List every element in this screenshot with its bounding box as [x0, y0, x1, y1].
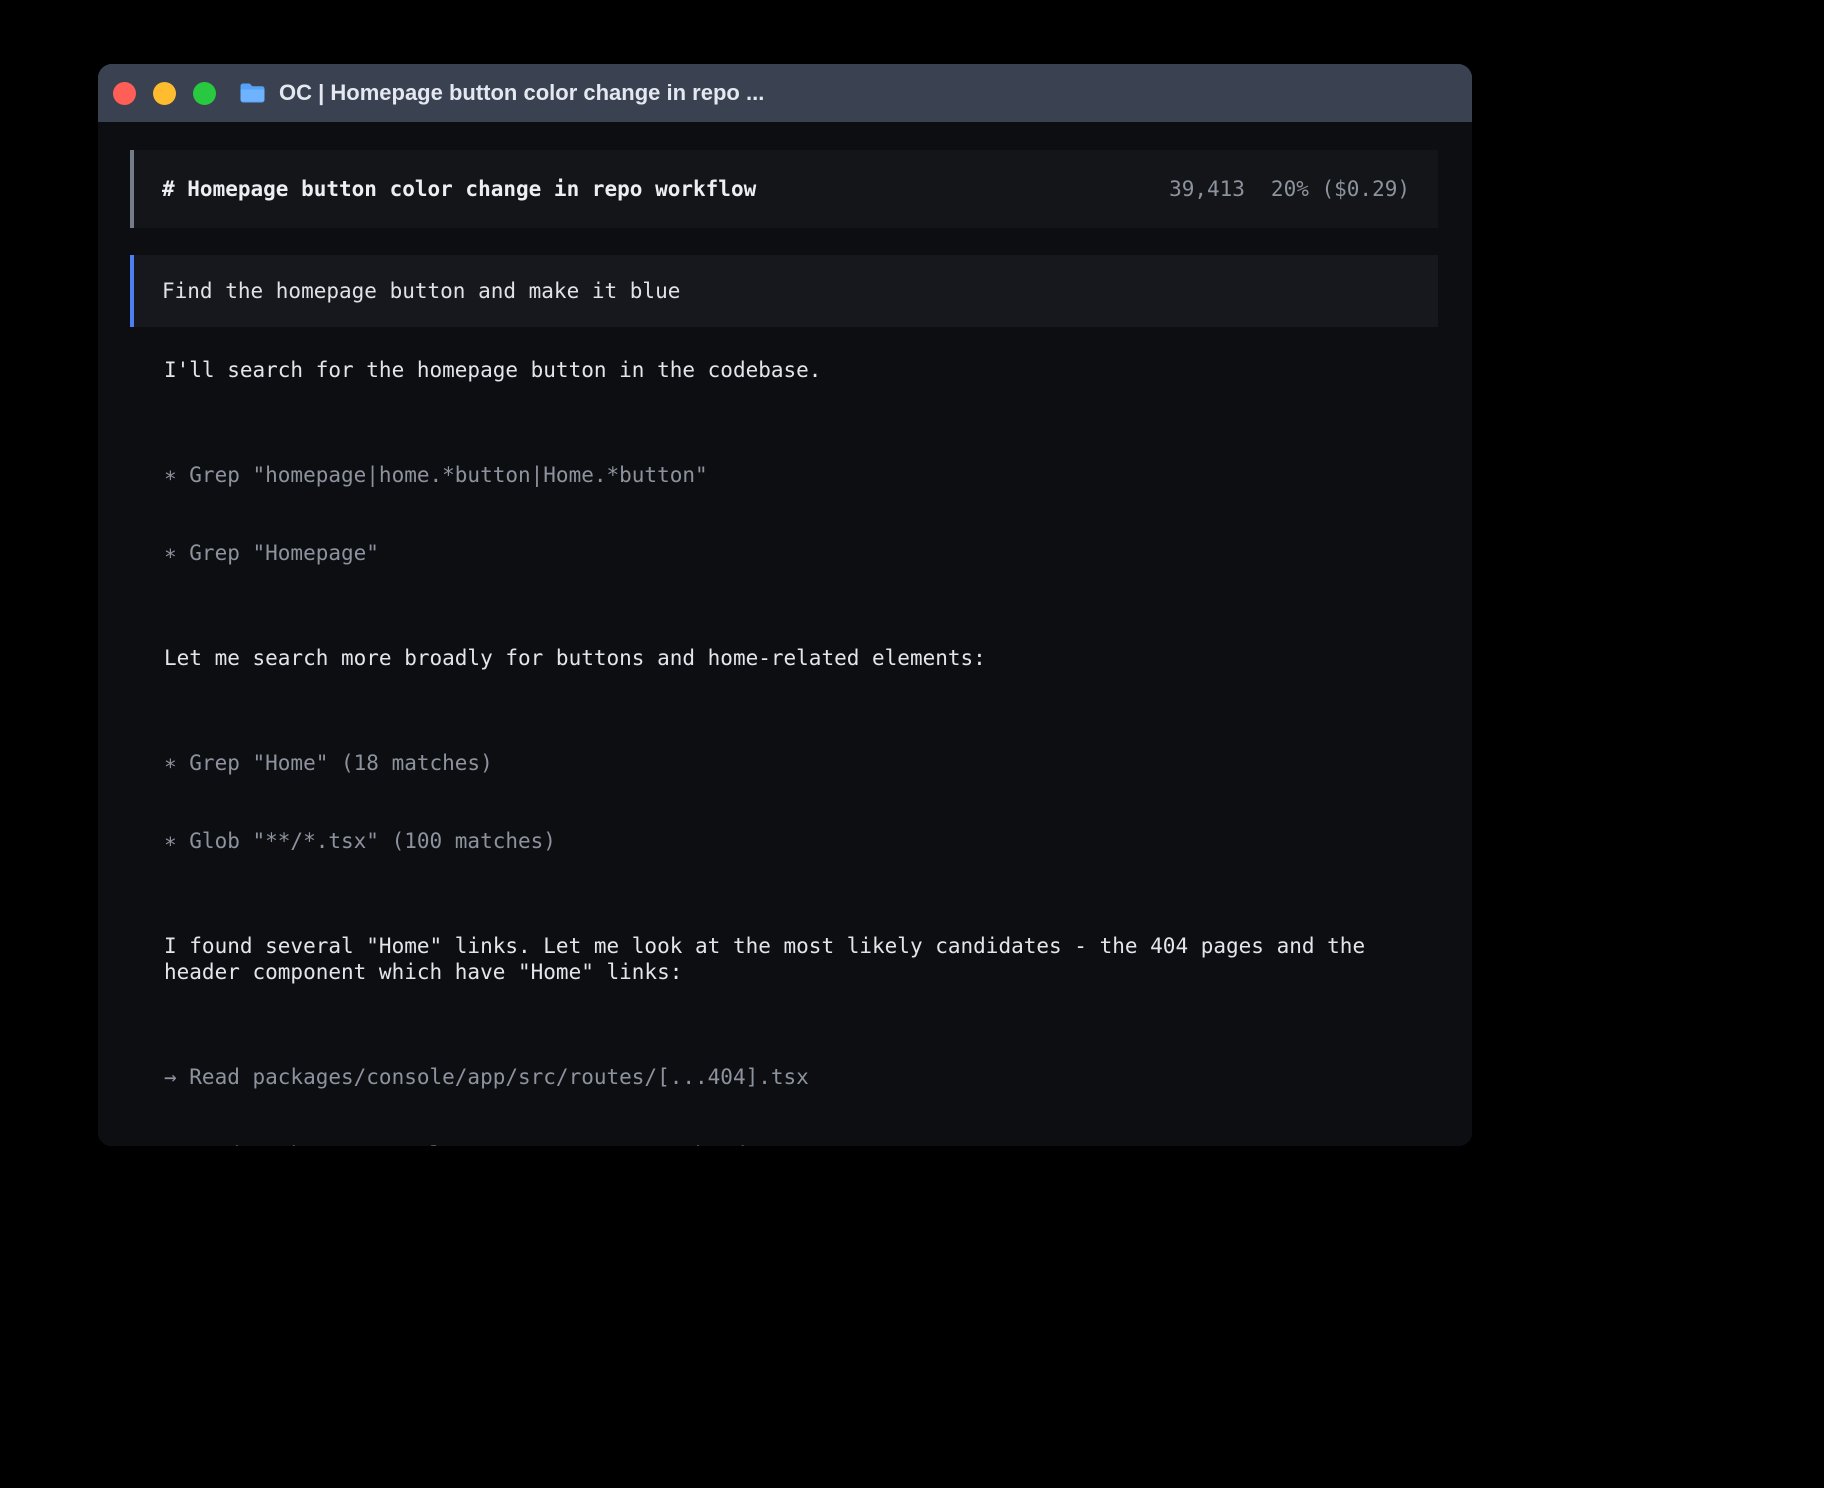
- tool-call-grep[interactable]: ∗ Grep "homepage|home.*button|Home.*butt…: [164, 462, 1438, 488]
- window-title: OC | Homepage button color change in rep…: [279, 80, 764, 106]
- assistant-text: I found several "Home" links. Let me loo…: [164, 933, 1438, 985]
- session-header: # Homepage button color change in repo w…: [130, 150, 1438, 228]
- tool-call-grep[interactable]: ∗ Grep "Homepage": [164, 540, 1438, 566]
- context-cost: 20% ($0.29): [1271, 176, 1410, 202]
- tool-call-glob[interactable]: ∗ Glob "**/*.tsx" (100 matches): [164, 828, 1438, 854]
- user-message: Find the homepage button and make it blu…: [130, 255, 1438, 327]
- zoom-button[interactable]: [193, 82, 216, 105]
- terminal-window: OC | Homepage button color change in rep…: [98, 64, 1472, 1146]
- tool-call-read[interactable]: → Read packages/console/app/src/routes/[…: [164, 1064, 1438, 1090]
- tool-call-group: → Read packages/console/app/src/routes/[…: [164, 1012, 1438, 1146]
- traffic-lights: [113, 82, 216, 105]
- close-button[interactable]: [113, 82, 136, 105]
- terminal-content: # Homepage button color change in repo w…: [98, 122, 1472, 1146]
- session-stats: 39,413 20% ($0.29): [1169, 176, 1410, 202]
- tool-call-group: ∗ Grep "homepage|home.*button|Home.*butt…: [164, 410, 1438, 618]
- assistant-text: Let me search more broadly for buttons a…: [164, 645, 1438, 671]
- window-titlebar[interactable]: OC | Homepage button color change in rep…: [98, 64, 1472, 122]
- assistant-response: I'll search for the homepage button in t…: [164, 357, 1438, 1146]
- minimize-button[interactable]: [153, 82, 176, 105]
- tool-call-group: ∗ Grep "Home" (18 matches) ∗ Glob "**/*.…: [164, 698, 1438, 906]
- tool-call-grep[interactable]: ∗ Grep "Home" (18 matches): [164, 750, 1438, 776]
- window-title-group: OC | Homepage button color change in rep…: [239, 80, 764, 106]
- folder-icon: [239, 82, 266, 104]
- tool-call-read[interactable]: → Read packages/console/app/src/componen…: [164, 1142, 1438, 1146]
- token-count: 39,413: [1169, 176, 1245, 202]
- user-message-text: Find the homepage button and make it blu…: [162, 279, 680, 303]
- assistant-text: I'll search for the homepage button in t…: [164, 357, 1438, 383]
- session-title: # Homepage button color change in repo w…: [162, 176, 756, 202]
